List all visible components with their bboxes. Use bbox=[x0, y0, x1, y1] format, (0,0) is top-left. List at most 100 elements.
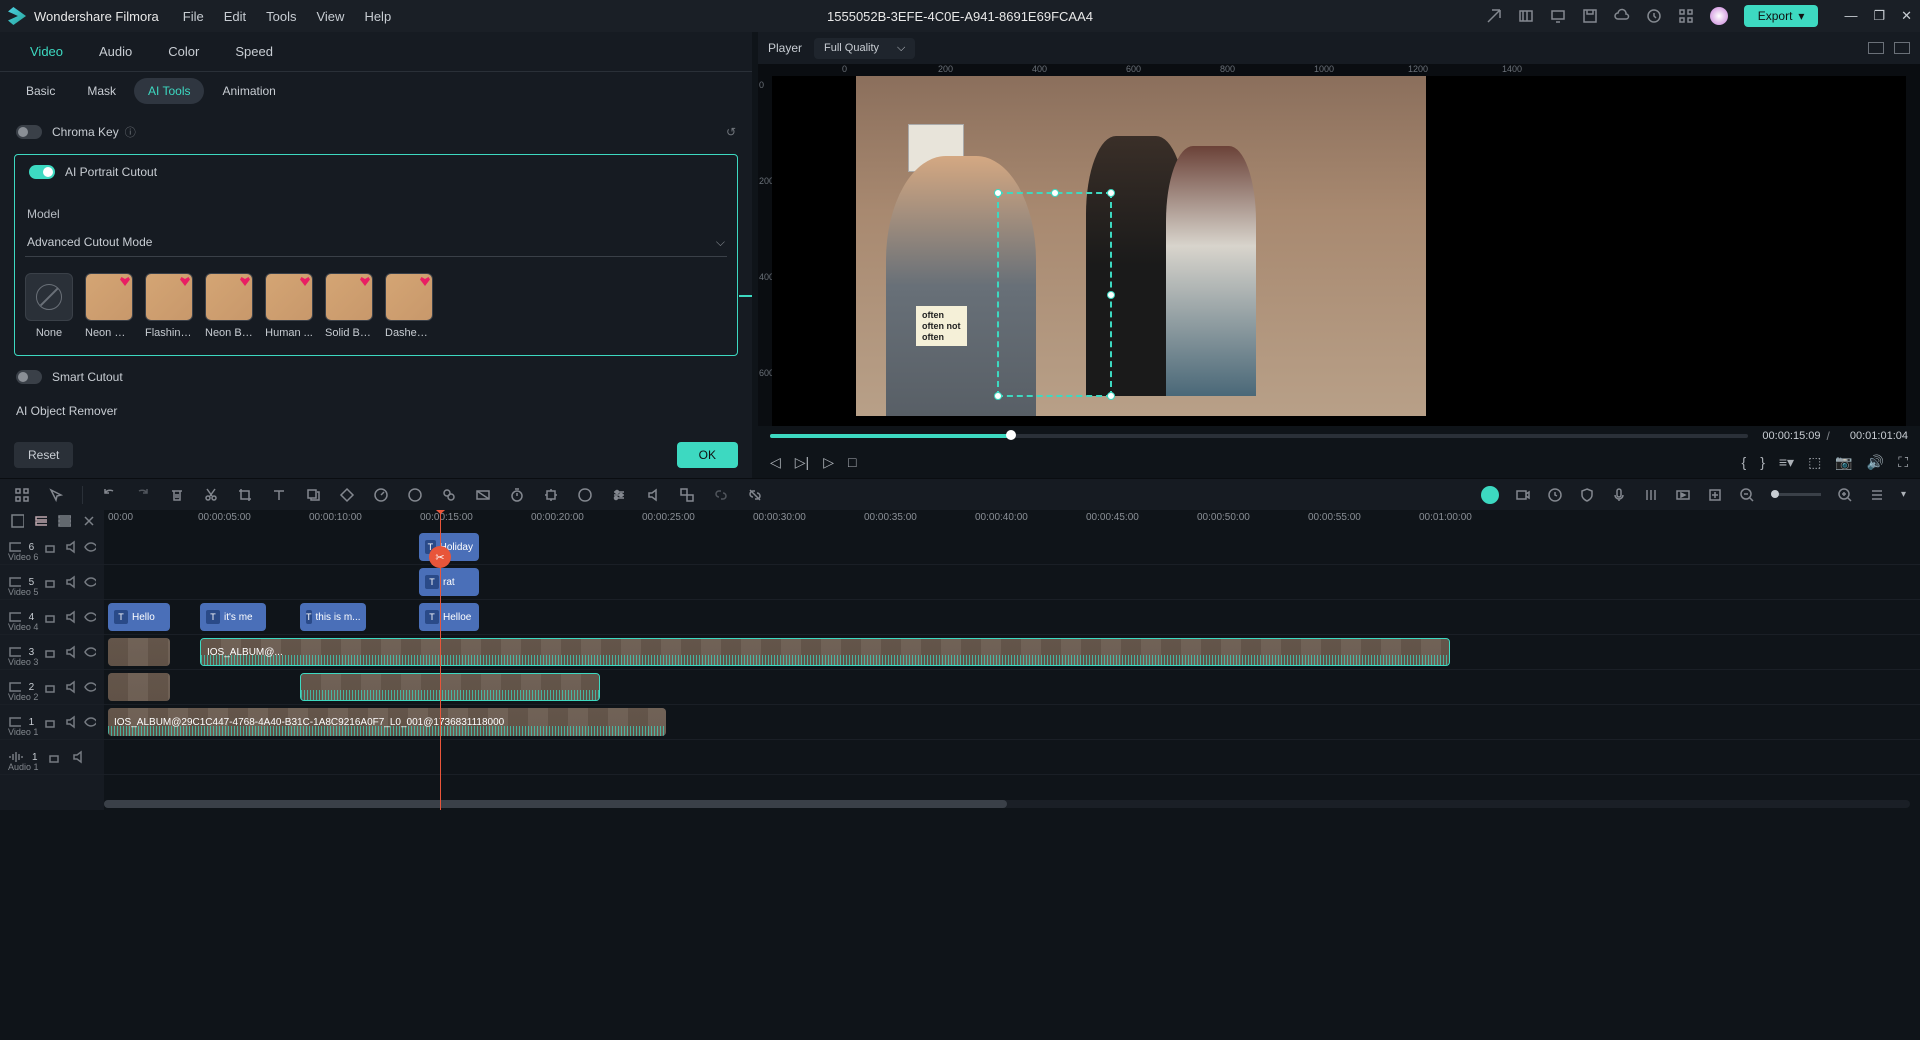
apps-icon[interactable] bbox=[1678, 8, 1694, 24]
track-v4[interactable]: Hello it's me this is m... Helloe bbox=[104, 600, 1920, 635]
tab-color[interactable]: Color bbox=[150, 32, 217, 71]
track-header-v6[interactable]: 6Video 6 bbox=[0, 530, 104, 565]
history-icon[interactable] bbox=[1646, 8, 1662, 24]
preview-canvas[interactable]: oftenoften notoften bbox=[772, 76, 1906, 426]
time-ruler[interactable]: 00:00 00:00:05:00 00:00:10:00 00:00:15:0… bbox=[104, 510, 1920, 530]
lock-icon[interactable] bbox=[42, 539, 55, 555]
save-icon[interactable] bbox=[1582, 8, 1598, 24]
ai-portrait-toggle[interactable] bbox=[29, 165, 55, 179]
next-frame-button[interactable]: ▷| bbox=[795, 454, 809, 471]
track-v1[interactable]: IOS_ALBUM@29C1C447-4768-4A40-B31C-1A8C92… bbox=[104, 705, 1920, 740]
mute-icon[interactable] bbox=[63, 574, 76, 590]
mute-icon[interactable] bbox=[63, 609, 76, 625]
help-icon[interactable]: ⓘ bbox=[125, 124, 136, 140]
render-icon[interactable] bbox=[1675, 487, 1691, 503]
preset-human[interactable]: Human ... bbox=[265, 273, 313, 339]
unlink-icon[interactable] bbox=[747, 487, 763, 503]
selection-box[interactable] bbox=[997, 192, 1112, 397]
track-header-v4[interactable]: 4Video 4 bbox=[0, 600, 104, 635]
resize-handle[interactable] bbox=[994, 392, 1002, 400]
clip-thumb-small[interactable] bbox=[108, 638, 170, 666]
lock-icon[interactable] bbox=[42, 574, 55, 590]
lock-icon[interactable] bbox=[42, 714, 55, 730]
speed-icon[interactable] bbox=[373, 487, 389, 503]
preset-neon-dash[interactable]: Neon Da... bbox=[85, 273, 133, 339]
zoom-in-icon[interactable] bbox=[1837, 487, 1853, 503]
marker-timer-icon[interactable] bbox=[1547, 487, 1563, 503]
playhead[interactable]: ✂ bbox=[440, 510, 441, 810]
track-header-v1[interactable]: 1Video 1 bbox=[0, 705, 104, 740]
copy-icon[interactable] bbox=[305, 487, 321, 503]
lock-icon[interactable] bbox=[46, 749, 62, 765]
track-a1[interactable] bbox=[104, 740, 1920, 775]
delete-icon[interactable] bbox=[169, 487, 185, 503]
play-button[interactable]: ▷ bbox=[823, 454, 834, 471]
menu-help[interactable]: Help bbox=[364, 9, 391, 24]
track-v6[interactable]: Holiday bbox=[104, 530, 1920, 565]
ok-button[interactable]: OK bbox=[677, 442, 738, 468]
voiceover-icon[interactable] bbox=[1611, 487, 1627, 503]
track-v5[interactable]: rat bbox=[104, 565, 1920, 600]
track-v3[interactable]: IOS_ALBUM@... bbox=[104, 635, 1920, 670]
quality-select[interactable]: Full Quality⌵ bbox=[814, 38, 915, 59]
eye-icon[interactable] bbox=[83, 539, 96, 555]
track-mode-1-icon[interactable] bbox=[10, 513, 24, 529]
scrub-track[interactable] bbox=[770, 434, 1748, 438]
tab-audio[interactable]: Audio bbox=[81, 32, 150, 71]
user-avatar-icon[interactable] bbox=[1710, 7, 1728, 25]
subtab-animation[interactable]: Animation bbox=[208, 78, 289, 104]
clip-its-me[interactable]: it's me bbox=[200, 603, 266, 631]
undo-icon[interactable] bbox=[101, 487, 117, 503]
clip-helloe[interactable]: Helloe bbox=[419, 603, 479, 631]
track-v2[interactable] bbox=[104, 670, 1920, 705]
link-icon[interactable] bbox=[713, 487, 729, 503]
mark-out-icon[interactable]: } bbox=[1760, 454, 1765, 470]
record-icon[interactable] bbox=[1515, 487, 1531, 503]
lock-icon[interactable] bbox=[42, 644, 55, 660]
export-button[interactable]: Export▾ bbox=[1744, 5, 1819, 27]
picture-view-icon[interactable] bbox=[1894, 42, 1910, 54]
preset-flashing[interactable]: Flashing ... bbox=[145, 273, 193, 339]
eye-icon[interactable] bbox=[83, 574, 96, 590]
track-header-a1[interactable]: 1Audio 1 bbox=[0, 740, 104, 775]
resize-handle[interactable] bbox=[994, 189, 1002, 197]
smart-cutout-toggle[interactable] bbox=[16, 370, 42, 384]
volume-icon[interactable]: 🔊 bbox=[1867, 454, 1884, 471]
resize-handle[interactable] bbox=[1051, 189, 1059, 197]
clip-rat[interactable]: rat bbox=[419, 568, 479, 596]
clip-this-is-m[interactable]: this is m... bbox=[300, 603, 366, 631]
clip-video-main[interactable]: IOS_ALBUM@29C1C447-4768-4A40-B31C-1A8C92… bbox=[108, 708, 666, 736]
mute-icon[interactable] bbox=[63, 539, 76, 555]
mask-tool-icon[interactable] bbox=[577, 487, 593, 503]
track-mode-3-icon[interactable] bbox=[57, 513, 71, 529]
mixer-icon[interactable] bbox=[1643, 487, 1659, 503]
model-select[interactable]: Advanced Cutout Mode⌵ bbox=[25, 229, 727, 257]
monitor-icon[interactable] bbox=[1550, 8, 1566, 24]
cloud-icon[interactable] bbox=[1614, 8, 1630, 24]
tab-speed[interactable]: Speed bbox=[217, 32, 291, 71]
compare-view-icon[interactable] bbox=[1868, 42, 1884, 54]
color-icon[interactable] bbox=[407, 487, 423, 503]
menu-edit[interactable]: Edit bbox=[224, 9, 246, 24]
send-icon[interactable] bbox=[1486, 8, 1502, 24]
clip-thumb-small2[interactable] bbox=[108, 673, 170, 701]
track-header-v3[interactable]: 3Video 3 bbox=[0, 635, 104, 670]
detach-player-icon[interactable]: ⬚ bbox=[1808, 454, 1821, 471]
track-header-v5[interactable]: 5Video 5 bbox=[0, 565, 104, 600]
timer-icon[interactable] bbox=[509, 487, 525, 503]
timeline-body[interactable]: 00:00 00:00:05:00 00:00:10:00 00:00:15:0… bbox=[104, 510, 1920, 810]
preset-none[interactable]: None bbox=[25, 273, 73, 339]
eye-icon[interactable] bbox=[83, 714, 96, 730]
subtab-ai-tools[interactable]: AI Tools bbox=[134, 78, 204, 104]
stop-button[interactable]: □ bbox=[848, 454, 856, 470]
menu-file[interactable]: File bbox=[183, 9, 204, 24]
library-icon[interactable] bbox=[1518, 8, 1534, 24]
track-header-v2[interactable]: 2Video 2 bbox=[0, 670, 104, 705]
timeline-menu-icon[interactable]: ▾ bbox=[1901, 489, 1906, 500]
preset-dashed[interactable]: Dashed ... bbox=[385, 273, 433, 339]
reset-section-icon[interactable]: ↺ bbox=[726, 125, 736, 139]
maximize-button[interactable]: ❐ bbox=[1873, 8, 1885, 24]
transition-icon[interactable] bbox=[475, 487, 491, 503]
track-options-icon[interactable] bbox=[1869, 487, 1885, 503]
close-button[interactable]: ✕ bbox=[1901, 8, 1912, 24]
